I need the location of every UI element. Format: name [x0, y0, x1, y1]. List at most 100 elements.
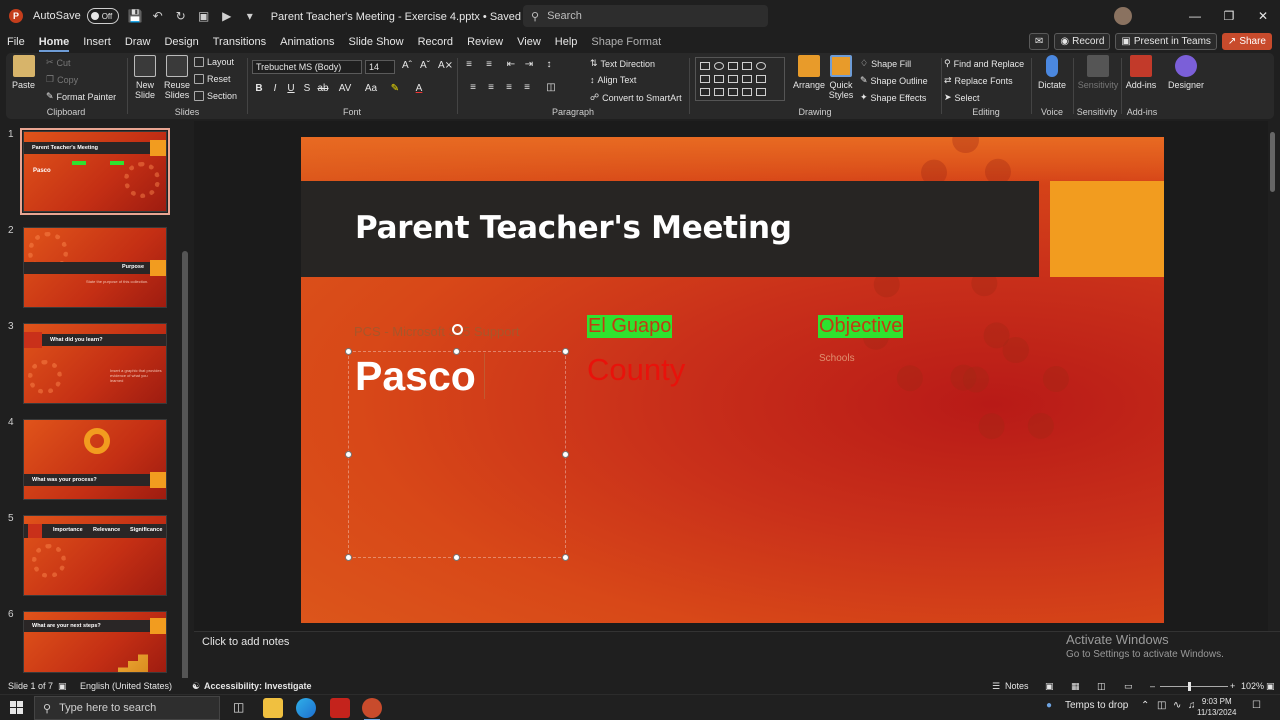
tray-chevron-icon[interactable]: ⌃	[1141, 700, 1149, 711]
zoom-slider-thumb[interactable]	[1188, 682, 1191, 691]
tab-draw[interactable]: Draw	[118, 32, 158, 52]
increase-indent-icon[interactable]: ⇥	[522, 59, 536, 70]
replace-fonts-button[interactable]: ⇄ Replace Fonts	[944, 75, 1013, 86]
shape-star-icon[interactable]	[728, 88, 738, 96]
share-button[interactable]: ↗ Share	[1221, 33, 1272, 50]
el-guapo-text[interactable]: El Guapo	[587, 315, 673, 338]
weather-icon[interactable]: ●	[1046, 700, 1052, 711]
font-size-dropdown[interactable]: 14	[365, 60, 395, 74]
normal-view-icon[interactable]: ▣	[1045, 681, 1054, 692]
schools-text[interactable]: Schools	[819, 353, 855, 364]
shape-effects-button[interactable]: ✦ Shape Effects	[860, 92, 926, 103]
tab-review[interactable]: Review	[460, 32, 510, 52]
wifi-icon[interactable]: ∿	[1173, 700, 1181, 711]
tab-animations[interactable]: Animations	[273, 32, 341, 52]
county-text[interactable]: County	[587, 352, 685, 388]
shape-rectangle-icon[interactable]	[700, 62, 710, 70]
spelling-icon[interactable]: ▣	[58, 681, 67, 692]
copy-button[interactable]: ❐ Copy	[46, 74, 78, 85]
thumbnail-scrollbar[interactable]	[182, 251, 188, 691]
slideshow-view-icon[interactable]: ▭	[1124, 681, 1133, 692]
quick-styles-button[interactable]: Quick Styles	[826, 55, 856, 100]
shape-callout-icon[interactable]	[756, 75, 766, 83]
slide-thumbnail-6[interactable]: What are your next steps?	[23, 611, 167, 673]
reading-view-icon[interactable]: ◫	[1097, 681, 1106, 692]
acrobat-icon[interactable]	[330, 698, 350, 718]
new-slide-button[interactable]: New Slide	[130, 55, 160, 100]
zoom-in-icon[interactable]: +	[1230, 681, 1235, 691]
network-icon[interactable]: ◫	[1157, 700, 1166, 711]
shadow-icon[interactable]: S	[300, 83, 314, 94]
line-spacing-icon[interactable]: ↕	[542, 59, 556, 70]
resize-handle[interactable]	[562, 348, 569, 355]
shape-right-arrow-icon[interactable]	[728, 75, 738, 83]
customize-toolbar-icon[interactable]: ▾	[243, 9, 257, 23]
resize-handle[interactable]	[562, 451, 569, 458]
columns-icon[interactable]: ◫	[544, 82, 558, 93]
find-replace-button[interactable]: ⚲ Find and Replace	[944, 58, 1024, 69]
resize-handle[interactable]	[453, 554, 460, 561]
select-button[interactable]: ➤ Select	[944, 92, 980, 103]
reuse-slides-button[interactable]: Reuse Slides	[162, 55, 192, 100]
change-case-icon[interactable]: Aa	[364, 83, 378, 94]
user-avatar[interactable]	[1114, 7, 1132, 25]
system-clock[interactable]: 9:03 PM 11/13/2024	[1197, 696, 1236, 718]
decrease-indent-icon[interactable]: ⇤	[504, 59, 518, 70]
shape-oval-icon[interactable]	[714, 62, 724, 70]
tab-file[interactable]: File	[0, 32, 32, 52]
resize-handle[interactable]	[562, 554, 569, 561]
slide-thumbnail-5[interactable]: Importance Relevance Significance	[23, 515, 167, 596]
addins-button[interactable]: Add-ins	[1124, 55, 1158, 90]
tab-view[interactable]: View	[510, 32, 548, 52]
highlight-icon[interactable]: ✎	[388, 83, 402, 94]
align-right-icon[interactable]: ≡	[502, 82, 516, 93]
shape-line-icon[interactable]	[728, 62, 738, 70]
increase-font-icon[interactable]: Aˆ	[400, 60, 414, 71]
comments-button[interactable]: ✉	[1029, 33, 1050, 50]
resize-handle[interactable]	[345, 348, 352, 355]
convert-smartart-button[interactable]: ☍ Convert to SmartArt	[590, 92, 682, 103]
restore-icon[interactable]: ❐	[1212, 9, 1246, 23]
zoom-out-icon[interactable]: –	[1150, 681, 1155, 691]
shape-arrow-icon[interactable]	[742, 62, 752, 70]
notes-toggle[interactable]: Notes	[1005, 681, 1029, 691]
volume-icon[interactable]: ♫	[1188, 700, 1196, 711]
text-direction-button[interactable]: ⇅ Text Direction	[590, 58, 655, 69]
italic-icon[interactable]: I	[268, 83, 282, 94]
save-icon[interactable]: 💾	[128, 9, 143, 23]
align-center-icon[interactable]: ≡	[484, 82, 498, 93]
undo-icon[interactable]: ↶	[151, 9, 165, 23]
notes-toggle-icon[interactable]: ☰	[992, 681, 1000, 692]
shape-fill-button[interactable]: ♢ Shape Fill	[860, 58, 911, 69]
reset-button[interactable]: Reset	[194, 74, 231, 84]
shape-bracket-icon[interactable]	[742, 88, 752, 96]
current-slide[interactable]: Parent Teacher's Meeting PCS - Microsoft…	[301, 137, 1164, 623]
notes-placeholder[interactable]: Click to add notes	[202, 636, 289, 648]
clear-formatting-icon[interactable]: A⨯	[438, 60, 453, 71]
file-explorer-icon[interactable]	[263, 698, 283, 718]
slide-thumbnail-3[interactable]: What did you learn? Insert a graphic tha…	[23, 323, 167, 404]
tab-home[interactable]: Home	[32, 32, 77, 52]
shape-triangle-icon[interactable]	[700, 75, 710, 83]
bold-icon[interactable]: B	[252, 83, 266, 94]
arrange-button[interactable]: Arrange	[793, 55, 825, 90]
zoom-slider[interactable]	[1160, 686, 1228, 687]
present-in-teams-button[interactable]: ▣ Present in Teams	[1115, 33, 1217, 50]
fit-to-window-icon[interactable]: ▣	[1266, 681, 1275, 692]
slide-thumbnail-2[interactable]: Purpose State the purpose of this collec…	[23, 227, 167, 308]
align-text-button[interactable]: ↕ Align Text	[590, 75, 636, 85]
pasco-text[interactable]: Pasco	[355, 353, 476, 400]
rotate-handle[interactable]	[452, 324, 463, 335]
start-from-beginning-icon[interactable]: ▶	[220, 9, 234, 23]
underline-icon[interactable]: U	[284, 83, 298, 94]
shape-circle-icon[interactable]	[756, 62, 766, 70]
tab-design[interactable]: Design	[157, 32, 205, 52]
edge-browser-icon[interactable]	[296, 698, 316, 718]
task-view-icon[interactable]: ◫	[233, 700, 244, 714]
bullets-icon[interactable]: ≡	[462, 59, 476, 70]
shapes-gallery[interactable]	[695, 57, 785, 101]
scrollbar-thumb[interactable]	[1270, 132, 1275, 192]
notes-pane[interactable]: Click to add notes Activate Windows Go t…	[194, 631, 1280, 678]
decrease-font-icon[interactable]: Aˇ	[418, 60, 432, 71]
tab-transitions[interactable]: Transitions	[206, 32, 273, 52]
